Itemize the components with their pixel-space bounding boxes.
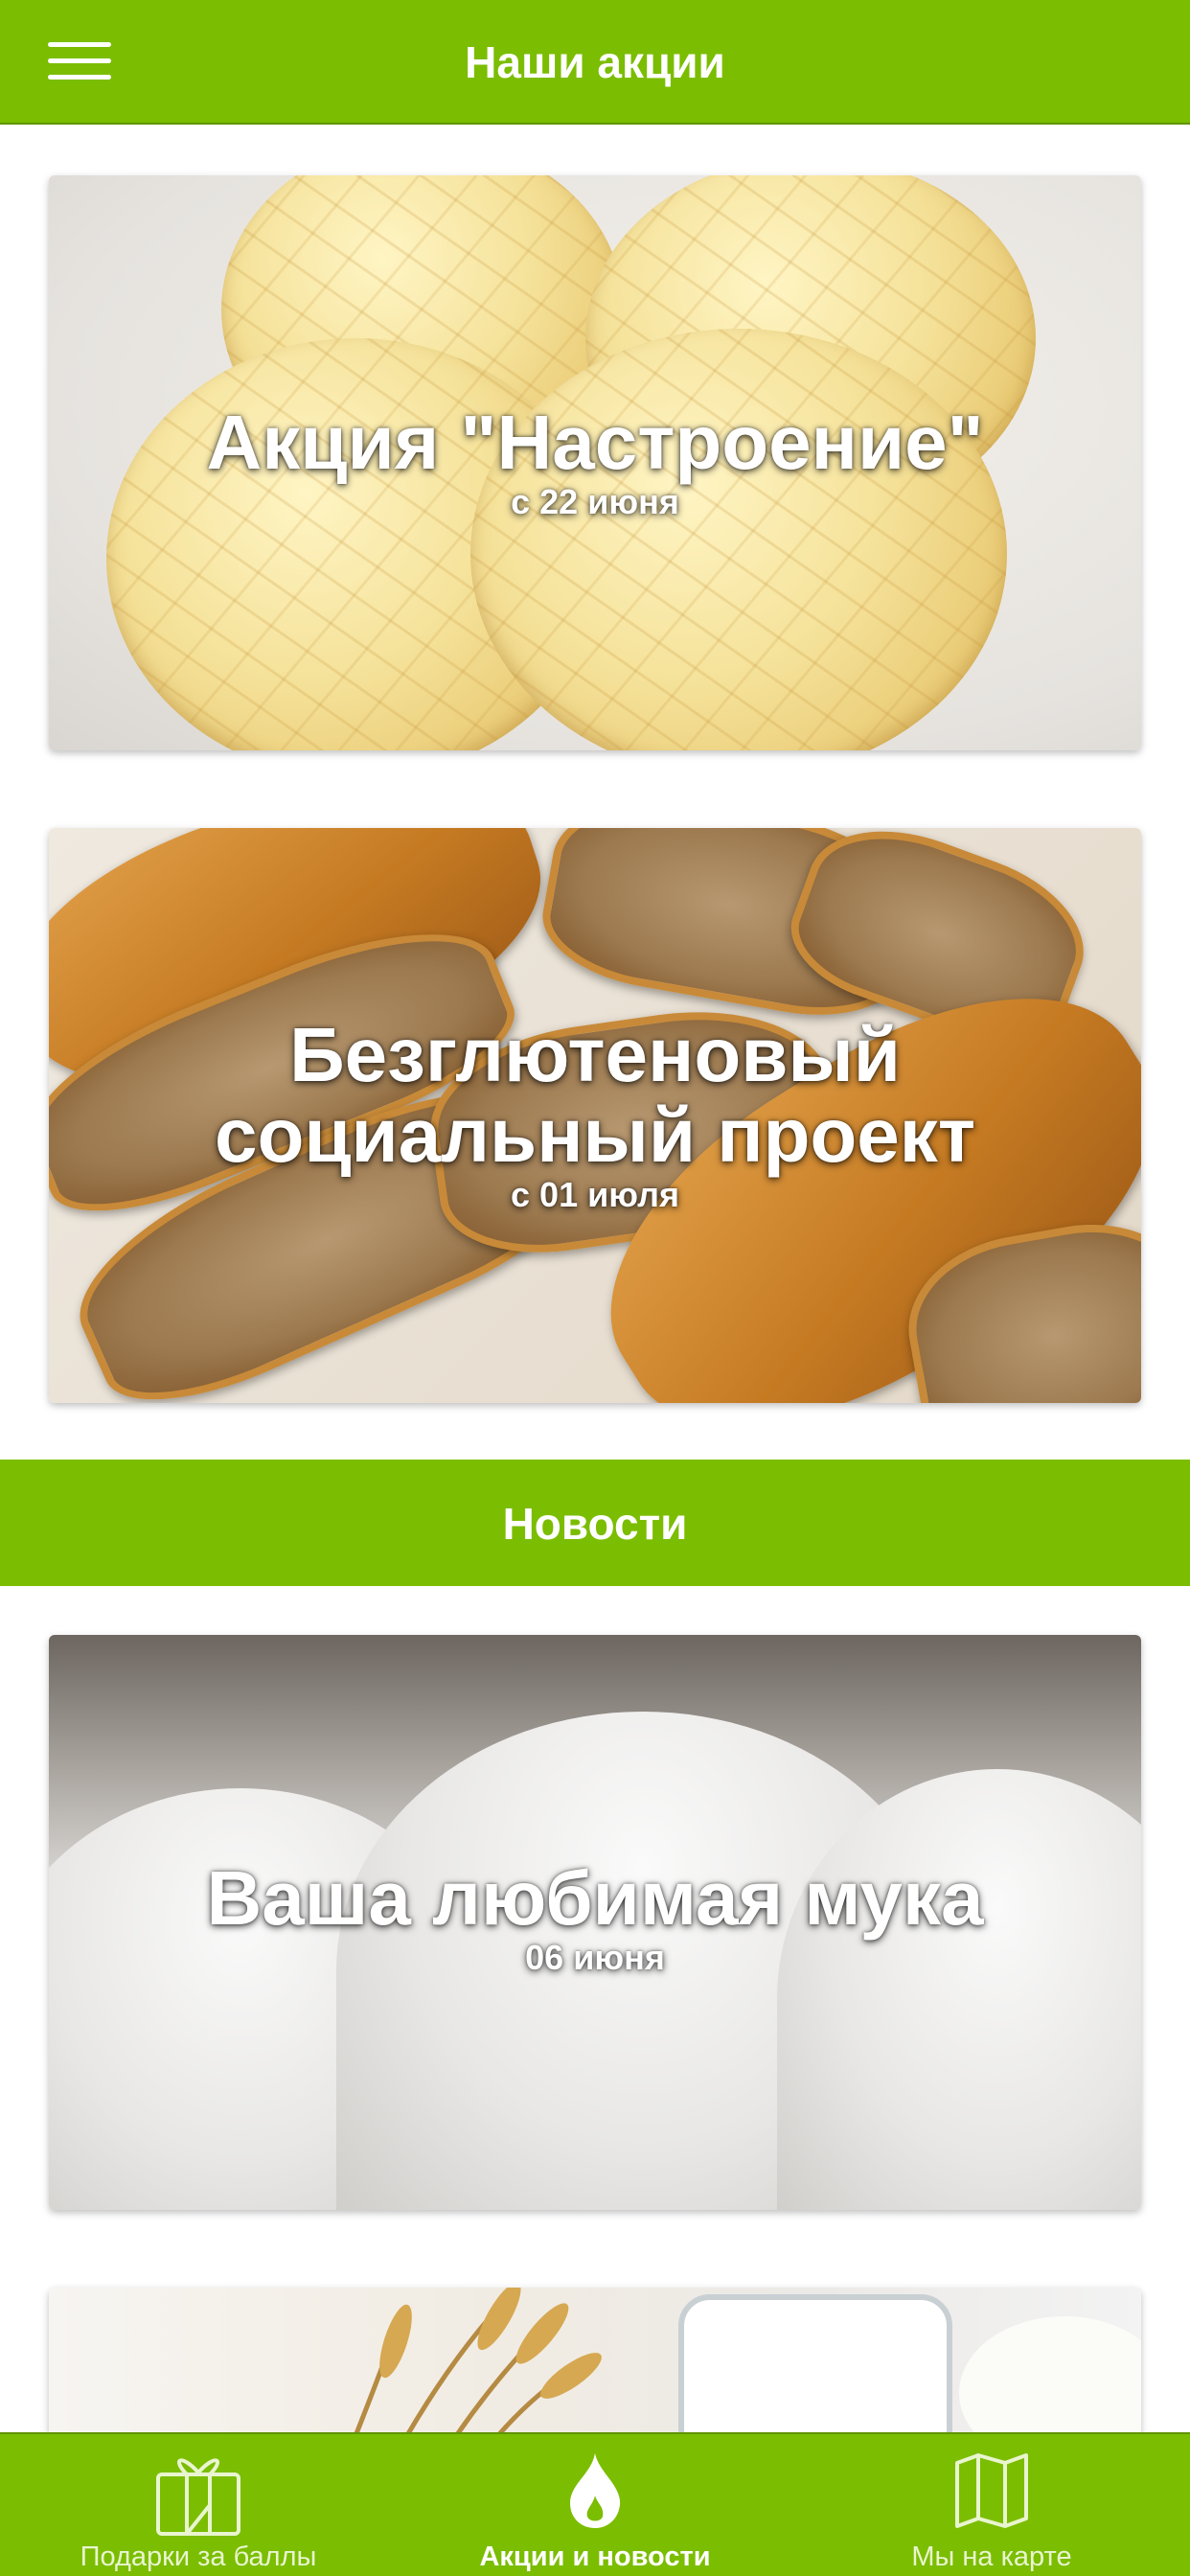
promo-date: с 01 июля [511,1175,679,1214]
gift-icon [152,2451,244,2542]
flame-icon [566,2451,624,2535]
news-card-flour[interactable]: Ваша любимая мука 06 июня [49,1635,1141,2210]
tab-map[interactable]: Мы на карте [793,2434,1190,2576]
news-section-header: Новости [0,1460,1190,1586]
news-caption: Ваша любимая мука 06 июня [49,1858,1141,1977]
promo-title: Акция "Настроение" [206,400,984,485]
promo-caption: Безглютеновый социальный проект с 01 июл… [49,1015,1141,1214]
promo-card-mood[interactable]: Акция "Настроение" с 22 июня [49,175,1141,750]
bottom-tab-bar: Подарки за баллы Акции и новости Мы на к… [0,2432,1190,2576]
news-title: Ваша любимая мука [206,1855,984,1941]
top-app-bar: Наши акции [0,0,1190,125]
page-title: Наши акции [465,37,725,87]
news-section-label: Новости [502,1499,688,1549]
promo-title-line1: Безглютеновый [289,1012,901,1097]
tab-label: Акции и новости [479,2542,711,2572]
tab-label: Подарки за баллы [80,2542,317,2572]
map-icon [953,2451,1030,2535]
tab-gifts[interactable]: Подарки за баллы [0,2434,397,2576]
news-date: 06 июня [525,1938,665,1977]
promo-card-gluten-free[interactable]: Безглютеновый социальный проект с 01 июл… [49,828,1141,1403]
promo-date: с 22 июня [511,482,679,521]
promo-title-line2: социальный проект [214,1092,976,1178]
promo-caption: Акция "Настроение" с 22 июня [49,402,1141,521]
tab-label: Мы на карте [911,2542,1072,2572]
tab-promotions-news[interactable]: Акции и новости [397,2434,793,2576]
